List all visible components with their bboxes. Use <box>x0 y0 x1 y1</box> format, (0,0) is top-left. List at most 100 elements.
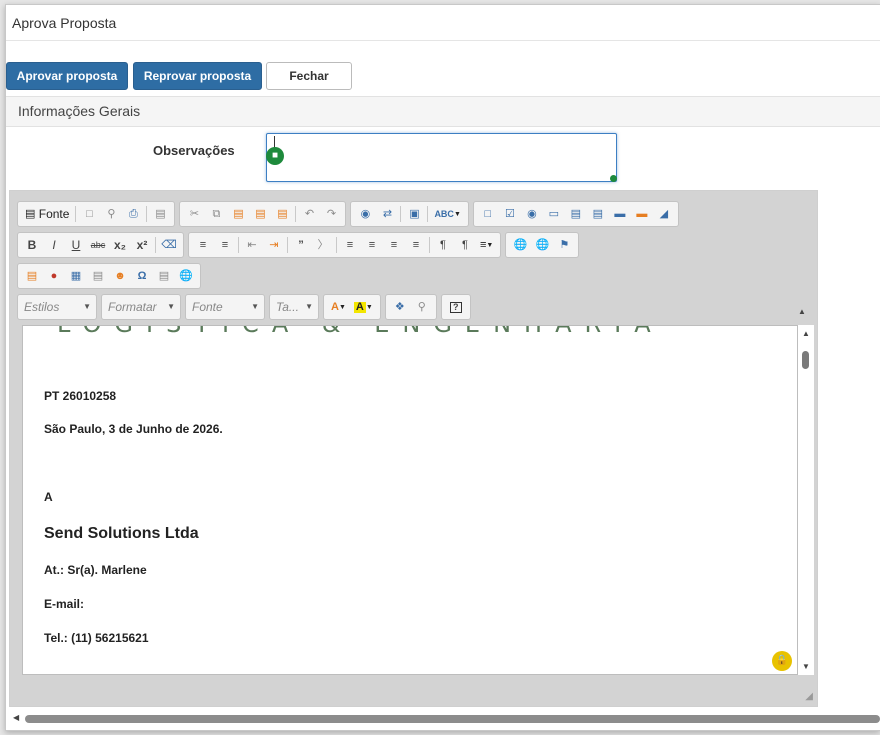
anchor-button[interactable]: ⚑ <box>553 235 575 255</box>
preview-button[interactable]: ⚲ <box>100 204 122 224</box>
copy-button[interactable]: ⧉ <box>205 204 227 224</box>
spellcheck-button[interactable]: ABC ▼ <box>430 204 464 224</box>
select-all-button[interactable]: ▣ <box>403 204 425 224</box>
approve-proposal-button[interactable]: Aprovar proposta <box>6 62 128 90</box>
table-button[interactable]: ▦ <box>65 266 87 286</box>
horizontal-scrollbar[interactable]: ◀ <box>9 713 880 725</box>
checkbox-button[interactable]: ☑ <box>499 204 521 224</box>
horizontal-rule-button[interactable]: ▤ <box>87 266 109 286</box>
content-vertical-scrollbar[interactable]: ▲ ▼ <box>798 325 814 675</box>
image-button-button[interactable]: ▬ <box>631 204 653 224</box>
div-container-button[interactable]: 〉 <box>312 235 334 255</box>
italic-button[interactable]: I <box>43 235 65 255</box>
button-field-button[interactable]: ▬ <box>609 204 631 224</box>
image-button[interactable]: ▤ <box>21 266 43 286</box>
editor-resize-icon[interactable]: ◢ <box>805 691 813 702</box>
styles-dropdown[interactable]: Estilos ▼ <box>17 294 97 320</box>
resize-grip-icon[interactable] <box>610 175 617 182</box>
font-dropdown-label: Fonte <box>192 300 223 314</box>
redo-button[interactable]: ↷ <box>320 204 342 224</box>
remove-format-button[interactable]: ⌫ <box>158 235 180 255</box>
collapse-toolbar-icon[interactable]: ▲ <box>798 307 806 316</box>
language-button[interactable]: ≡ ▼ <box>476 235 497 255</box>
cut-button[interactable]: ✂ <box>183 204 205 224</box>
align-right-button[interactable]: ≡ <box>383 235 405 255</box>
format-dropdown[interactable]: Formatar ▼ <box>101 294 181 320</box>
bulleted-list-icon: ≡ <box>221 238 229 251</box>
flash-button[interactable]: ● <box>43 266 65 286</box>
ltr-button[interactable]: ¶ <box>432 235 454 255</box>
outdent-button[interactable]: ⇤ <box>241 235 263 255</box>
rtl-button[interactable]: ¶ <box>454 235 476 255</box>
about-button[interactable]: ? <box>445 297 467 317</box>
size-dropdown[interactable]: Ta... ▼ <box>269 294 319 320</box>
observacoes-label: Observações <box>153 143 235 158</box>
paste-text-button[interactable]: ▤ <box>249 204 271 224</box>
toolbar-group-basicstyles: B I U abc x₂ x² ⌫ <box>17 232 184 258</box>
maximize-button[interactable]: ❖ <box>389 297 411 317</box>
smiley-button[interactable]: ☻ <box>109 266 131 286</box>
undo-button[interactable]: ↶ <box>298 204 320 224</box>
chevron-down-icon: ▼ <box>167 302 175 311</box>
textarea-button[interactable]: ▤ <box>565 204 587 224</box>
hidden-field-button[interactable]: ◢ <box>653 204 675 224</box>
bold-button[interactable]: B <box>21 235 43 255</box>
section-general-info[interactable]: Informações Gerais <box>6 96 880 127</box>
select-field-button[interactable]: ▤ <box>587 204 609 224</box>
text-color-button[interactable]: A ▼ <box>327 297 350 317</box>
vertical-scroll-thumb[interactable] <box>802 351 809 369</box>
paste-button[interactable]: ▤ <box>227 204 249 224</box>
italic-icon: I <box>52 238 56 252</box>
replace-icon: ⇄ <box>382 207 393 220</box>
reject-proposal-button[interactable]: Reprovar proposta <box>133 62 262 90</box>
lock-icon[interactable]: 🔒 <box>772 651 792 671</box>
radio-button[interactable]: ◉ <box>521 204 543 224</box>
align-right-icon: ≡ <box>390 238 398 251</box>
print-icon: ⎙ <box>129 207 138 220</box>
bg-color-button[interactable]: A ▼ <box>350 297 377 317</box>
to-label: A <box>44 490 53 504</box>
find-button[interactable]: ◉ <box>354 204 376 224</box>
observacoes-input[interactable] <box>266 133 617 182</box>
assistant-bot-icon[interactable]: ■ <box>266 147 284 165</box>
subscript-icon: x₂ <box>113 238 126 252</box>
flash-icon: ● <box>50 269 58 282</box>
horizontal-scroll-thumb[interactable] <box>25 715 880 723</box>
scroll-left-icon[interactable]: ◀ <box>13 713 19 722</box>
bulleted-list-button[interactable]: ≡ <box>214 235 236 255</box>
form-button[interactable]: □ <box>477 204 499 224</box>
replace-button[interactable]: ⇄ <box>376 204 398 224</box>
print-button[interactable]: ⎙ <box>122 204 144 224</box>
align-center-button[interactable]: ≡ <box>361 235 383 255</box>
source-icon: ▤ <box>25 207 36 220</box>
new-page-button[interactable]: □ <box>78 204 100 224</box>
show-blocks-button[interactable]: ⚲ <box>411 297 433 317</box>
align-left-button[interactable]: ≡ <box>339 235 361 255</box>
font-dropdown[interactable]: Fonte ▼ <box>185 294 265 320</box>
omega-icon: Ω <box>137 269 147 282</box>
textarea-icon: ▤ <box>570 207 582 220</box>
numbered-list-button[interactable]: ≡ <box>192 235 214 255</box>
iframe-button[interactable]: 🌐 <box>175 266 197 286</box>
link-button[interactable]: 🌐 <box>509 235 531 255</box>
unlink-button[interactable]: 🌐 <box>531 235 553 255</box>
blockquote-button[interactable]: ” <box>290 235 312 255</box>
scroll-down-icon[interactable]: ▼ <box>802 662 810 671</box>
strike-button[interactable]: abc <box>87 235 109 255</box>
editor-content[interactable]: LOGÍSTICA & ENGENHARIA PT 26010258 São P… <box>22 325 798 675</box>
templates-button[interactable]: ▤ <box>149 204 171 224</box>
paste-word-button[interactable]: ▤ <box>271 204 293 224</box>
subscript-button[interactable]: x₂ <box>109 235 131 255</box>
page-break-button[interactable]: ▤ <box>153 266 175 286</box>
numbered-list-icon: ≡ <box>199 238 207 251</box>
scroll-up-icon[interactable]: ▲ <box>802 329 810 338</box>
align-justify-button[interactable]: ≡ <box>405 235 427 255</box>
underline-button[interactable]: U <box>65 235 87 255</box>
close-button[interactable]: Fechar <box>266 62 352 90</box>
textfield-button[interactable]: ▭ <box>543 204 565 224</box>
special-char-button[interactable]: Ω <box>131 266 153 286</box>
image-button-icon: ▬ <box>636 207 648 220</box>
source-button[interactable]: ▤ Fonte <box>21 204 73 224</box>
superscript-button[interactable]: x² <box>131 235 153 255</box>
indent-button[interactable]: ⇥ <box>263 235 285 255</box>
